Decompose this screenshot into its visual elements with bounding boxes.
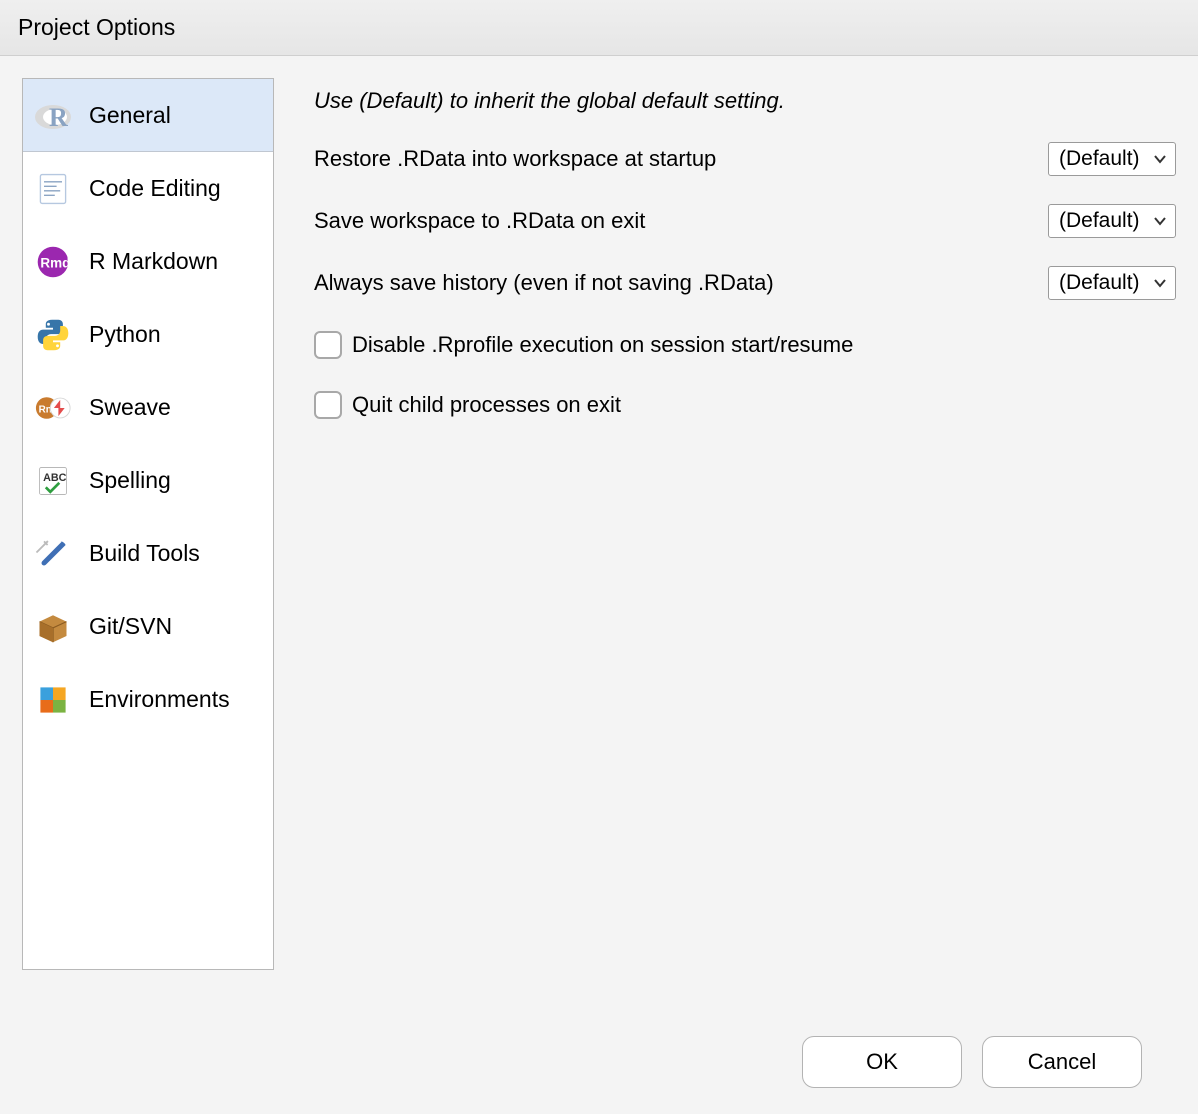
spelling-icon: ABC xyxy=(33,461,73,501)
sidebar-item-python[interactable]: Python xyxy=(23,298,273,371)
option-label: Save workspace to .RData on exit xyxy=(314,208,645,234)
svg-text:R: R xyxy=(49,103,68,132)
sidebar-item-label: Environments xyxy=(89,686,230,713)
chevron-down-icon xyxy=(1153,276,1167,290)
sidebar-item-label: Git/SVN xyxy=(89,613,172,640)
rmd-icon: Rmd xyxy=(33,242,73,282)
option-restore-rdata: Restore .RData into workspace at startup… xyxy=(314,142,1176,176)
checkbox-quit-child[interactable] xyxy=(314,391,342,419)
option-save-history: Always save history (even if not saving … xyxy=(314,266,1176,300)
sweave-icon: Rnw xyxy=(33,388,73,428)
button-label: OK xyxy=(866,1049,898,1075)
checkbox-label: Disable .Rprofile execution on session s… xyxy=(352,328,853,362)
check-disable-rprofile: Disable .Rprofile execution on session s… xyxy=(314,328,1176,362)
option-label: Restore .RData into workspace at startup xyxy=(314,146,716,172)
sidebar-item-code-editing[interactable]: Code Editing xyxy=(23,152,273,225)
r-logo-icon: R xyxy=(33,95,73,135)
chevron-down-icon xyxy=(1153,152,1167,166)
build-tools-icon xyxy=(33,534,73,574)
environments-icon xyxy=(33,680,73,720)
sidebar-item-label: Spelling xyxy=(89,467,171,494)
main-panel: Use (Default) to inherit the global defa… xyxy=(314,78,1176,970)
sidebar: R General Code Editing Rmd xyxy=(22,78,274,970)
checkbox-disable-rprofile[interactable] xyxy=(314,331,342,359)
option-save-workspace: Save workspace to .RData on exit (Defaul… xyxy=(314,204,1176,238)
sidebar-item-label: Sweave xyxy=(89,394,171,421)
ok-button[interactable]: OK xyxy=(802,1036,962,1088)
sidebar-item-label: Code Editing xyxy=(89,175,221,202)
option-label: Always save history (even if not saving … xyxy=(314,270,774,296)
button-label: Cancel xyxy=(1028,1049,1096,1075)
sidebar-item-environments[interactable]: Environments xyxy=(23,663,273,736)
sidebar-item-label: Python xyxy=(89,321,161,348)
sidebar-item-build-tools[interactable]: Build Tools xyxy=(23,517,273,590)
sidebar-item-rmarkdown[interactable]: Rmd R Markdown xyxy=(23,225,273,298)
select-value: (Default) xyxy=(1059,271,1140,295)
svg-text:ABC: ABC xyxy=(43,472,67,484)
chevron-down-icon xyxy=(1153,214,1167,228)
checkbox-label: Quit child processes on exit xyxy=(352,388,621,422)
package-icon xyxy=(33,607,73,647)
document-icon xyxy=(33,169,73,209)
select-save-workspace[interactable]: (Default) xyxy=(1048,204,1176,238)
sidebar-item-git-svn[interactable]: Git/SVN xyxy=(23,590,273,663)
sidebar-item-label: R Markdown xyxy=(89,248,218,275)
check-quit-child: Quit child processes on exit xyxy=(314,388,1176,422)
select-restore-rdata[interactable]: (Default) xyxy=(1048,142,1176,176)
select-value: (Default) xyxy=(1059,209,1140,233)
select-save-history[interactable]: (Default) xyxy=(1048,266,1176,300)
footer: OK Cancel xyxy=(802,1036,1142,1088)
sidebar-item-general[interactable]: R General xyxy=(23,79,273,152)
svg-text:Rmd: Rmd xyxy=(40,255,70,270)
sidebar-item-label: General xyxy=(89,102,171,129)
sidebar-item-sweave[interactable]: Rnw Sweave xyxy=(23,371,273,444)
sidebar-item-label: Build Tools xyxy=(89,540,200,567)
sidebar-item-spelling[interactable]: ABC Spelling xyxy=(23,444,273,517)
python-icon xyxy=(33,315,73,355)
titlebar: Project Options xyxy=(0,0,1198,56)
cancel-button[interactable]: Cancel xyxy=(982,1036,1142,1088)
title-text: Project Options xyxy=(18,14,175,41)
hint-text: Use (Default) to inherit the global defa… xyxy=(314,88,1176,114)
select-value: (Default) xyxy=(1059,147,1140,171)
